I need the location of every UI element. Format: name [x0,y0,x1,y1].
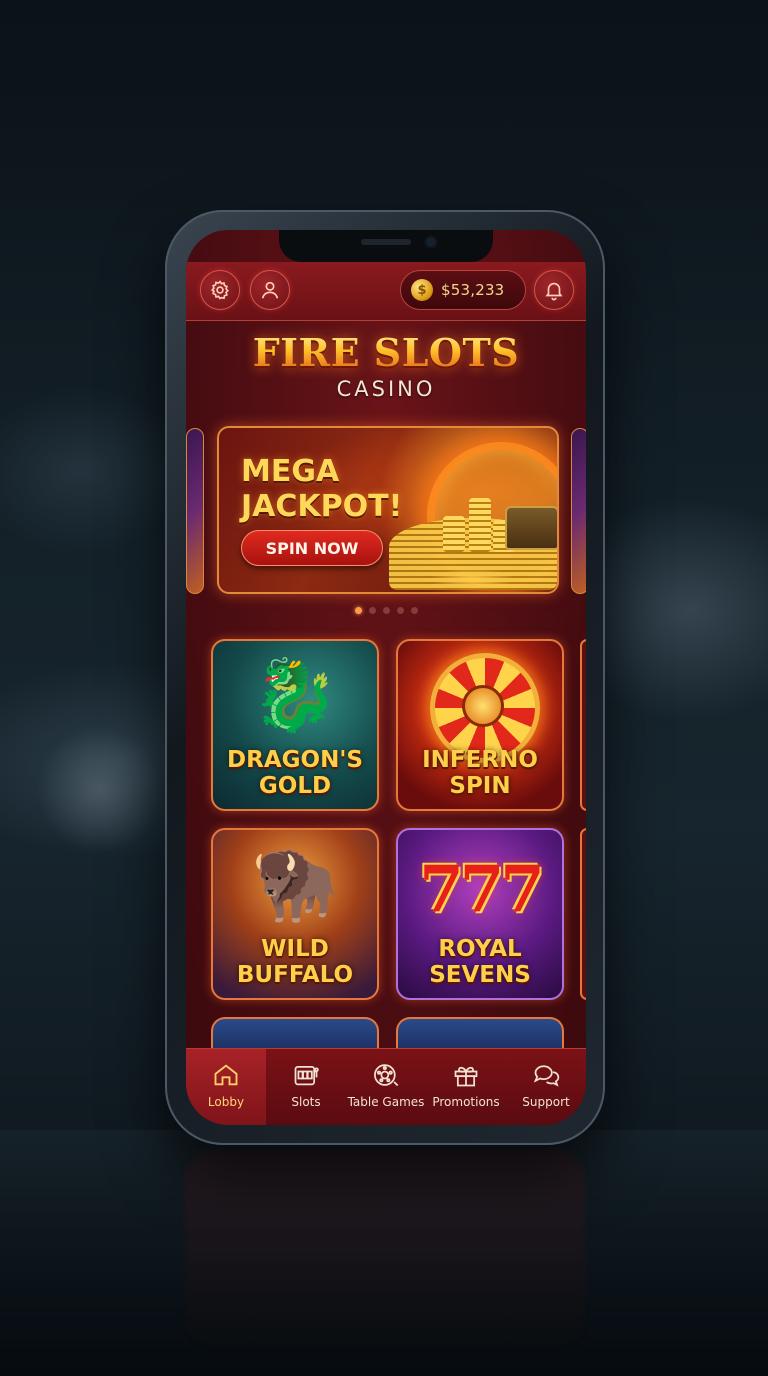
buffalo-icon: 🦬 [251,843,339,925]
app-screen: $ $53,233 FIRE SLOTS CASINO MEGA JACKPOT… [186,230,586,1125]
game-title-line2: SPIN [449,773,511,799]
game-title-line1: ROYAL [438,936,522,962]
next-tile-peek [580,828,586,1000]
flame-hub-icon [462,685,504,727]
banner-title-line2: JACKPOT! [241,489,403,524]
nav-item-table-games[interactable]: Table Games [346,1049,426,1125]
carousel-dot[interactable] [368,607,376,614]
roulette-icon [374,1063,399,1086]
gift-icon [454,1066,478,1086]
balance-display[interactable]: $ $53,233 [400,270,526,310]
brand-logo: FIRE SLOTS CASINO [186,330,586,401]
game-title-line2: SEVENS [429,962,531,988]
carousel-dot[interactable] [354,607,362,614]
next-slide-peek[interactable] [571,428,586,594]
game-title: ROYAL SEVENS [398,936,562,988]
sevens-icon: 777 [419,852,545,927]
nav-item-slots[interactable]: Slots [266,1049,346,1125]
nav-label: Support [522,1094,570,1109]
coin-stack [469,498,491,552]
previous-slide-peek[interactable] [186,428,204,594]
coin-stack [443,516,465,552]
gear-icon [210,280,229,300]
nav-label: Table Games [347,1094,425,1109]
nav-item-promotions[interactable]: Promotions [426,1049,506,1125]
nav-item-support[interactable]: Support [506,1049,586,1125]
bell-icon [545,282,563,301]
game-tile-inferno-spin[interactable]: INFERNO SPIN [396,639,564,811]
promo-carousel[interactable]: MEGA JACKPOT! SPIN NOW [186,426,586,594]
game-title-line1: INFERNO [422,747,538,773]
game-title-line1: DRAGON'S [227,747,363,773]
game-tile-royal-sevens[interactable]: 777 ROYAL SEVENS [396,828,564,1000]
camera-icon [426,237,436,247]
nav-label: Lobby [207,1094,245,1109]
game-title-line2: GOLD [258,773,332,799]
phone-notch [279,230,493,262]
game-title: INFERNO SPIN [398,747,562,799]
settings-button[interactable] [200,270,240,310]
bottom-nav: Lobby Slots Table Games Promotions Suppo… [186,1048,586,1125]
user-icon [261,281,279,299]
game-title-line2: BUFFALO [236,962,354,988]
game-title-line1: WILD [261,936,329,962]
brand-subtitle: CASINO [336,377,436,401]
speaker-grille [361,239,411,245]
nav-label: Promotions [432,1094,500,1109]
profile-button[interactable] [250,270,290,310]
spin-now-button[interactable]: SPIN NOW [241,530,383,566]
nav-item-lobby[interactable]: Lobby [186,1049,266,1125]
dragon-icon: 🐉 [251,654,339,736]
carousel-dot[interactable] [396,607,404,614]
brand-title: FIRE SLOTS [186,330,586,375]
coin-icon: $ [411,279,433,301]
banner-title-line1: MEGA [241,454,340,489]
game-title: WILD BUFFALO [213,936,377,988]
next-tile-peek [580,639,586,811]
banner-title: MEGA JACKPOT! [241,454,402,524]
slot-machine-icon [294,1065,319,1085]
top-bar: $ $53,233 [186,262,586,321]
nav-label: Slots [291,1094,321,1109]
game-title: DRAGON'S GOLD [213,747,377,799]
notifications-button[interactable] [534,270,574,310]
treasure-chest-icon [505,506,557,550]
carousel-dot[interactable] [410,607,418,614]
carousel-dot[interactable] [382,607,390,614]
jackpot-banner[interactable]: MEGA JACKPOT! SPIN NOW [217,426,559,594]
balance-amount: $53,233 [441,281,505,299]
game-tile-dragons-gold[interactable]: 🐉 DRAGON'S GOLD [211,639,379,811]
chat-icon [533,1064,560,1087]
phone-reflection [185,1150,585,1350]
game-tile-wild-buffalo[interactable]: 🦬 WILD BUFFALO [211,828,379,1000]
home-icon [214,1063,238,1085]
carousel-dots [186,607,586,614]
